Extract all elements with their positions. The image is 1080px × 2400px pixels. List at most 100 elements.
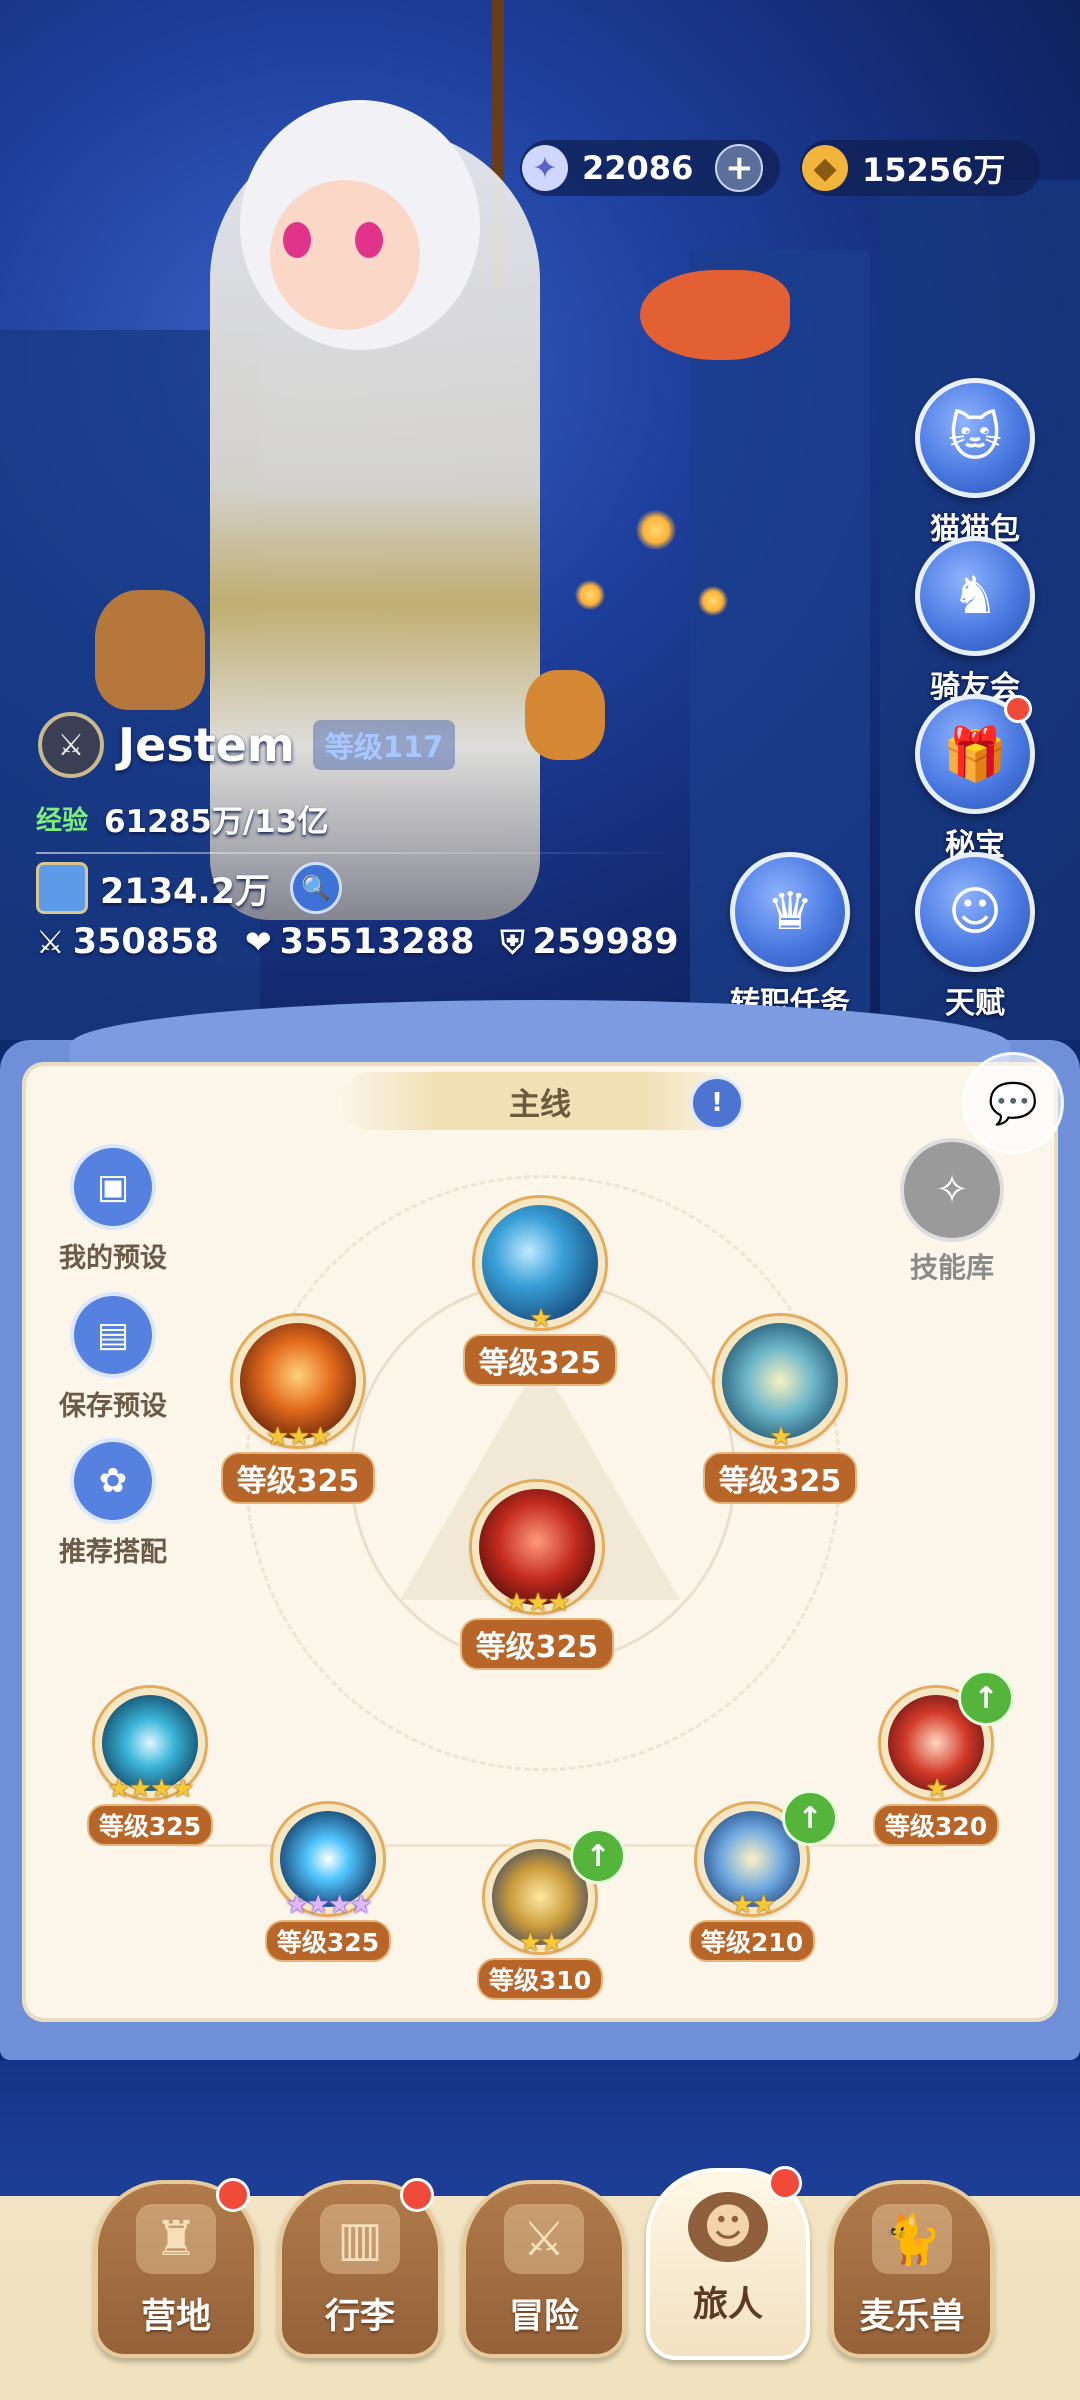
tab-info-icon[interactable]: ! <box>690 1076 744 1130</box>
skill-bank-label: 技能库 <box>909 1251 994 1284</box>
skill-slot-passive-1[interactable]: ★★★★ 等级325 <box>70 1688 230 1846</box>
nav-traveler[interactable]: ☻ 旅人 <box>646 2166 810 2360</box>
skill-slot-center[interactable]: ★★★ 等级325 <box>437 1482 637 1670</box>
crossed-swords-icon: ⚔ <box>36 923 65 961</box>
skill-stars: ★★★★ <box>107 1774 194 1804</box>
skill-level: 等级325 <box>86 1804 214 1846</box>
nav-label: 行李 <box>324 2297 395 2337</box>
skill-slot-passive-5[interactable]: ★ 等级320 ↑ <box>856 1670 1016 1846</box>
nav-luggage[interactable]: ▥ 行李 <box>278 2178 442 2358</box>
power-detail-search-icon[interactable]: 🔍 <box>290 862 343 914</box>
gold-counter: ◆ 15256万 <box>800 140 1040 196</box>
save-icon: ▤ <box>70 1292 156 1378</box>
exp-row: 经验 61285万/13亿 <box>36 796 328 841</box>
job-task-button[interactable]: ♛ 转职任务 <box>722 852 858 1022</box>
exp-label: 经验 <box>36 806 89 836</box>
skill-slot-upper-right[interactable]: ★ 等级325 <box>680 1316 880 1504</box>
skill-slot-passive-4[interactable]: ★★ 等级210 ↑ <box>672 1790 838 1962</box>
traveler-icon: ☻ <box>688 2192 768 2262</box>
gold-value: 15256万 <box>862 151 1006 189</box>
save-preset-button[interactable]: ▤ 保存预设 <box>48 1292 178 1423</box>
combat-power-row: 2134.2万 🔍 <box>36 862 343 914</box>
talent-label: 天赋 <box>945 986 1005 1021</box>
brain-icon: ☺ <box>915 852 1035 972</box>
swords-icon: ⚔ <box>504 2204 584 2274</box>
skill-slot-passive-2[interactable]: ★★★★ 等级325 <box>248 1804 408 1962</box>
treasure-icon: 🎁 <box>915 694 1035 814</box>
nav-camp[interactable]: ♜ 营地 <box>94 2178 258 2358</box>
add-gems-button[interactable]: + <box>715 144 764 192</box>
skill-level: 等级320 <box>872 1804 1000 1846</box>
gems-value: 22086 <box>582 149 694 187</box>
character-eye <box>283 222 311 258</box>
notification-dot <box>1004 695 1032 723</box>
tab-label: 主线 <box>509 1086 571 1123</box>
defense-value: 259989 <box>532 922 679 962</box>
skill-bank-button[interactable]: ✧ 技能库 <box>892 1138 1012 1286</box>
skill-stars: ★★★ <box>266 1422 332 1452</box>
hp-value: 35513288 <box>279 922 475 962</box>
talent-button[interactable]: ☺ 天赋 <box>910 852 1040 1022</box>
skill-level: 等级325 <box>462 1334 618 1386</box>
upgrade-arrow-icon: ↑ <box>570 1828 626 1884</box>
skill-slot-passive-3[interactable]: ★★ 等级310 ↑ <box>460 1828 626 2000</box>
stats-row: ⚔ 350858 ❤ 35513288 ⛨ 259989 <box>36 922 705 962</box>
recommend-icon: ✿ <box>70 1438 156 1524</box>
lamp <box>698 586 728 616</box>
skill-stars: ★★★ <box>505 1588 571 1618</box>
shield-icon: ⛨ <box>500 922 525 961</box>
lamp <box>575 580 605 610</box>
skill-level: 等级310 <box>476 1958 604 2000</box>
attack-stat: ⚔ 350858 <box>36 922 219 962</box>
character-eye <box>355 222 383 258</box>
skill-level: 等级210 <box>688 1920 816 1962</box>
hp-stat: ❤ 35513288 <box>245 922 475 962</box>
nav-adventure[interactable]: ⚔ 冒险 <box>462 2180 626 2358</box>
exp-value: 61285万/13亿 <box>104 804 329 840</box>
skill-level: 等级325 <box>220 1452 376 1504</box>
skill-stars: ★ <box>769 1422 792 1452</box>
upgrade-arrow-icon: ↑ <box>958 1670 1014 1726</box>
skill-stars: ★★ <box>730 1890 776 1920</box>
notification-dot <box>216 2178 250 2212</box>
player-name: Jestem <box>118 718 295 772</box>
cards-icon: ▣ <box>70 1144 156 1230</box>
skill-bank-icon: ✧ <box>900 1138 1004 1242</box>
class-emblem-icon[interactable]: ⚔ <box>38 712 104 778</box>
small-pet-sprite <box>525 670 605 760</box>
nav-label: 旅人 <box>692 2285 763 2325</box>
rider-club-button[interactable]: ♞ 骑友会 <box>910 536 1040 706</box>
skill-slot-top[interactable]: ★ 等级325 <box>440 1198 640 1386</box>
attack-value: 350858 <box>72 922 219 962</box>
player-level: 等级117 <box>312 720 456 770</box>
tab-main-line[interactable]: 主线 <box>340 1072 740 1130</box>
nav-label: 营地 <box>140 2297 211 2337</box>
rabbit-sprite <box>640 270 790 360</box>
shield-sword-icon <box>36 862 88 914</box>
gems-counter: ✦ 22086 + <box>520 140 780 196</box>
preset-label: 推荐搭配 <box>59 1537 167 1568</box>
notification-dot <box>768 2166 802 2200</box>
player-name-row: ⚔ Jestem 等级117 <box>38 712 456 778</box>
nav-label: 冒险 <box>508 2297 579 2337</box>
cat-bag-button[interactable]: 🐱 猫猫包 <box>910 378 1040 548</box>
preset-label: 保存预设 <box>59 1391 167 1422</box>
recommend-button[interactable]: ✿ 推荐搭配 <box>48 1438 178 1569</box>
treasure-button[interactable]: 🎁 秘宝 <box>910 694 1040 864</box>
upgrade-arrow-icon: ↑ <box>782 1790 838 1846</box>
skill-slot-upper-left[interactable]: ★★★ 等级325 <box>198 1316 398 1504</box>
gold-coin-icon: ◆ <box>802 145 848 191</box>
fox-pet-sprite <box>95 590 205 710</box>
crown-icon: ♛ <box>730 852 850 972</box>
nav-pet[interactable]: 🐈 麦乐兽 <box>830 2180 994 2358</box>
skill-stars: ★★ <box>518 1928 564 1958</box>
skill-stars: ★ <box>529 1304 552 1334</box>
divider <box>36 852 676 854</box>
pet-icon: 🐈 <box>872 2204 952 2274</box>
notification-dot <box>400 2178 434 2212</box>
skill-level: 等级325 <box>459 1618 615 1670</box>
my-preset-button[interactable]: ▣ 我的预设 <box>48 1144 178 1275</box>
horse-icon: ♞ <box>915 536 1035 656</box>
castle-icon: ♜ <box>136 2204 216 2274</box>
nav-label: 麦乐兽 <box>859 2297 965 2337</box>
